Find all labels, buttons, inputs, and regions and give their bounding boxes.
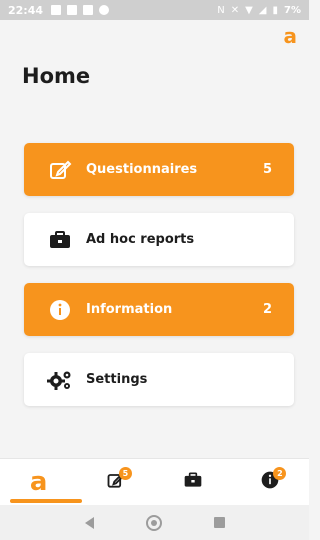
system-nav-bar: [0, 505, 309, 540]
notification-badge: 5: [118, 466, 132, 480]
gears-icon: [46, 366, 74, 394]
system-icons: N ✕ ▼ ◢ ▮ 7%: [217, 5, 301, 16]
wifi-icon: ▼: [245, 4, 253, 16]
battery-level: 7%: [284, 4, 301, 16]
menu-item-ad-hoc-reports[interactable]: Ad hoc reports: [24, 213, 294, 266]
notification-icons: [51, 5, 110, 15]
menu-item-count: 2: [262, 302, 272, 317]
brand-logo: a: [283, 24, 298, 48]
active-tab-indicator: [10, 499, 82, 503]
nfc-icon: N: [217, 4, 225, 16]
image-icon: [51, 5, 62, 15]
logo-icon: a: [29, 467, 48, 497]
home-menu: Questionnaires 5 Ad hoc reports Informat…: [24, 143, 294, 423]
battery-icon: ▮: [272, 4, 279, 16]
facebook-icon: [99, 5, 110, 15]
menu-item-information[interactable]: Information 2: [24, 283, 294, 336]
recent-apps-icon[interactable]: [213, 517, 225, 528]
back-icon[interactable]: [84, 516, 94, 529]
message-icon: [67, 5, 78, 15]
home-circle-icon[interactable]: [145, 514, 162, 531]
status-bar: 22:44 N ✕ ▼ ◢ ▮ 7%: [0, 0, 309, 20]
edit-icon: [46, 156, 74, 184]
signal-icon: ◢: [258, 4, 267, 16]
page-title: Home: [22, 64, 91, 88]
status-time: 22:44: [8, 3, 44, 17]
menu-item-settings[interactable]: Settings: [24, 353, 294, 406]
mute-icon: ✕: [230, 4, 240, 16]
menu-item-label: Questionnaires: [86, 162, 198, 177]
menu-item-label: Ad hoc reports: [86, 232, 195, 247]
bottom-nav-reports[interactable]: [163, 459, 223, 506]
square-icon: [83, 5, 94, 15]
menu-item-label: Settings: [86, 372, 148, 387]
briefcase-icon: [183, 470, 203, 494]
briefcase-icon: [46, 226, 74, 254]
notification-badge: 2: [273, 466, 287, 480]
bottom-nav: a 5 2: [0, 458, 309, 505]
bottom-nav-information[interactable]: 2: [240, 459, 300, 506]
menu-item-questionnaires[interactable]: Questionnaires 5: [24, 143, 294, 196]
bottom-nav-questionnaires[interactable]: 5: [86, 459, 146, 506]
menu-item-count: 5: [262, 162, 272, 177]
menu-item-label: Information: [86, 302, 173, 317]
info-icon: [46, 296, 74, 324]
